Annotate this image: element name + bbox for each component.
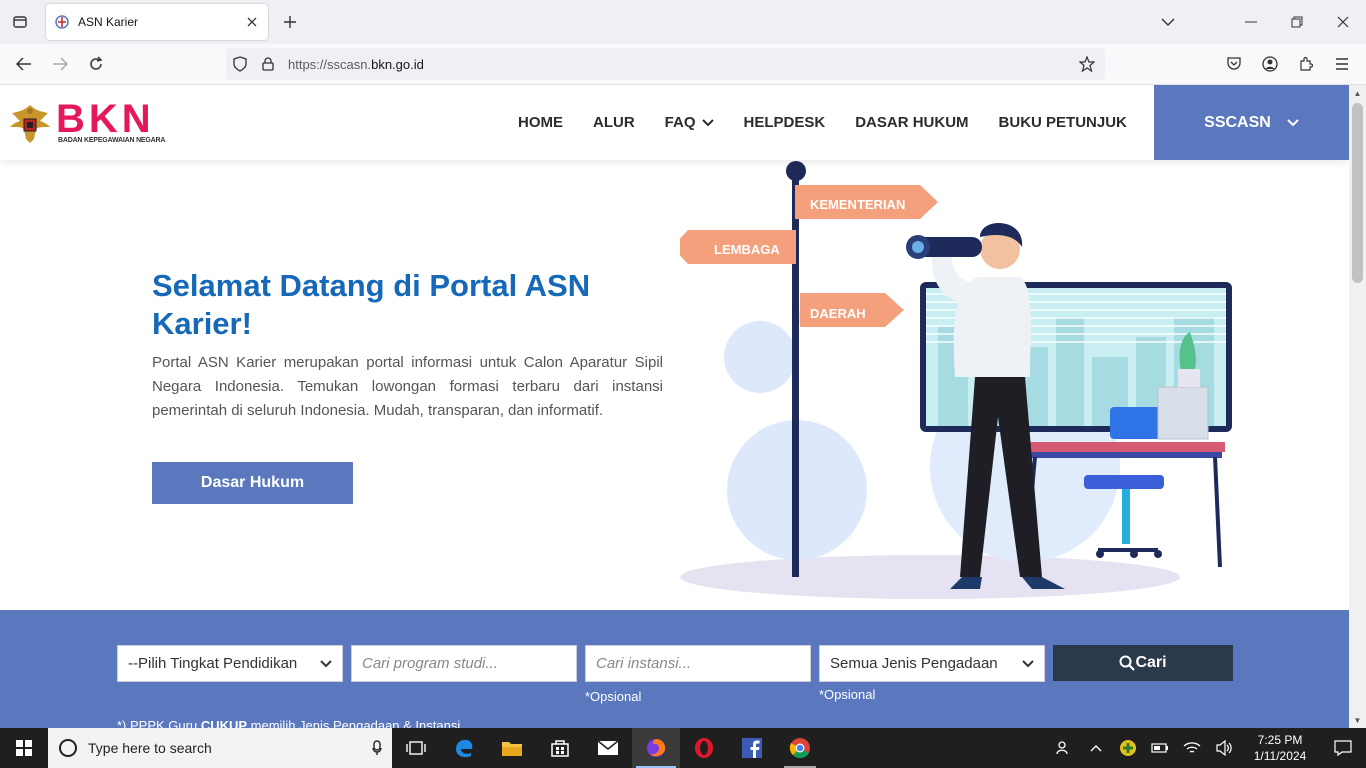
- program-studi-input[interactable]: Cari program studi...: [351, 645, 577, 682]
- wifi-icon[interactable]: [1176, 728, 1208, 768]
- reload-icon[interactable]: [82, 52, 110, 76]
- lock-icon[interactable]: [254, 50, 282, 78]
- logo-subtitle: BADAN KEPEGAWAIAN NEGARA: [58, 137, 166, 144]
- education-level-select[interactable]: --Pilih Tingkat Pendidikan: [117, 645, 343, 682]
- chevron-down-icon: [1022, 659, 1034, 667]
- tracking-protection-shield-icon[interactable]: [226, 50, 254, 78]
- bookmark-star-icon[interactable]: [1073, 50, 1101, 78]
- show-hidden-icons-chevron-icon[interactable]: [1080, 728, 1112, 768]
- chevron-down-icon: [1287, 118, 1299, 126]
- extensions-icon[interactable]: [1292, 52, 1320, 76]
- browser-tab-active[interactable]: ASN Karier: [46, 4, 268, 40]
- menu-hamburger-icon[interactable]: [1328, 52, 1356, 76]
- system-clock[interactable]: 7:25 PM 1/11/2024: [1240, 732, 1320, 764]
- search-icon: [59, 739, 77, 757]
- menu-helpdesk[interactable]: HELPDESK: [744, 114, 826, 131]
- instansi-optional-note: *Opsional: [585, 689, 642, 704]
- main-menu: HOME ALUR FAQ HELPDESK DASAR HUKUM BUKU …: [518, 85, 1157, 160]
- restore-window-icon[interactable]: [1274, 0, 1320, 44]
- chevron-down-icon: [701, 118, 714, 126]
- jenis-pengadaan-select[interactable]: Semua Jenis Pengadaan: [819, 645, 1045, 682]
- sign-kementerian: KEMENTERIAN: [810, 197, 905, 212]
- browser-tab-bar: ASN Karier: [0, 0, 1366, 44]
- notifications-icon[interactable]: [1320, 728, 1366, 768]
- minimize-window-icon[interactable]: [1228, 0, 1274, 44]
- scroll-down-arrow-icon[interactable]: ▼: [1352, 714, 1363, 726]
- education-level-value: --Pilih Tingkat Pendidikan: [128, 655, 298, 672]
- task-view-icon[interactable]: [392, 728, 440, 768]
- scroll-up-arrow-icon[interactable]: ▲: [1352, 87, 1363, 99]
- hero-description: Portal ASN Karier merupakan portal infor…: [152, 354, 663, 419]
- sign-daerah: DAERAH: [810, 306, 866, 321]
- logo-text: BKN: [56, 97, 155, 141]
- firefox-icon[interactable]: [632, 728, 680, 768]
- jenis-optional-note: *Opsional: [819, 687, 876, 702]
- web-page: BKN BADAN KEPEGAWAIAN NEGARA HOME ALUR F…: [0, 85, 1349, 728]
- firefox-view-icon[interactable]: [8, 10, 32, 34]
- menu-alur[interactable]: ALUR: [593, 114, 635, 131]
- sign-lembaga: LEMBAGA: [714, 242, 780, 257]
- sscasn-label: SSCASN: [1204, 113, 1271, 131]
- sscasn-dropdown[interactable]: SSCASN: [1154, 85, 1349, 160]
- close-window-icon[interactable]: [1320, 0, 1366, 44]
- search-icon: [1119, 655, 1136, 671]
- chevron-down-icon: [320, 659, 332, 667]
- back-icon[interactable]: [10, 52, 38, 76]
- jenis-pengadaan-value: Semua Jenis Pengadaan: [830, 655, 998, 672]
- mail-icon[interactable]: [584, 728, 632, 768]
- menu-faq-label: FAQ: [664, 114, 696, 131]
- search-section: --Pilih Tingkat Pendidikan Cari program …: [0, 610, 1349, 728]
- people-icon[interactable]: [1048, 728, 1080, 768]
- clock-time: 7:25 PM: [1257, 733, 1303, 747]
- garuda-emblem-icon: [10, 105, 50, 143]
- forward-icon[interactable]: [46, 52, 74, 76]
- tray-app-icon[interactable]: [1112, 728, 1144, 768]
- clock-date: 1/11/2024: [1253, 749, 1307, 763]
- dasar-hukum-button[interactable]: Dasar Hukum: [152, 462, 353, 504]
- cari-button[interactable]: Cari: [1053, 645, 1233, 681]
- instansi-input[interactable]: Cari instansi...: [585, 645, 811, 682]
- new-tab-icon[interactable]: [280, 12, 300, 32]
- taskbar-search-placeholder: Type here to search: [88, 740, 212, 756]
- facebook-icon[interactable]: [728, 728, 776, 768]
- hero-title: Selamat Datang di Portal ASN Karier!: [152, 268, 591, 341]
- close-tab-icon[interactable]: [244, 14, 260, 30]
- list-all-tabs-icon[interactable]: [1156, 12, 1180, 32]
- url-text[interactable]: https://sscasn.bkn.go.id: [288, 57, 1073, 72]
- system-tray: 7:25 PM 1/11/2024: [1048, 728, 1366, 768]
- tab-title: ASN Karier: [78, 15, 139, 29]
- browser-nav-bar: https://sscasn.bkn.go.id: [0, 44, 1366, 85]
- scrollbar-thumb[interactable]: [1352, 103, 1363, 283]
- site-header: BKN BADAN KEPEGAWAIAN NEGARA HOME ALUR F…: [0, 85, 1349, 160]
- microphone-icon[interactable]: [372, 740, 382, 756]
- microsoft-store-icon[interactable]: [536, 728, 584, 768]
- file-explorer-icon[interactable]: [488, 728, 536, 768]
- menu-dasar-hukum[interactable]: DASAR HUKUM: [855, 114, 968, 131]
- page-scrollbar[interactable]: ▲ ▼: [1349, 85, 1366, 728]
- account-icon[interactable]: [1256, 52, 1284, 76]
- battery-icon[interactable]: [1144, 728, 1176, 768]
- windows-start-icon[interactable]: [0, 728, 48, 768]
- bkn-logo[interactable]: BKN BADAN KEPEGAWAIAN NEGARA: [8, 99, 168, 149]
- pocket-icon[interactable]: [1220, 52, 1248, 76]
- taskbar-search-box[interactable]: Type here to search: [48, 728, 392, 768]
- url-bar[interactable]: https://sscasn.bkn.go.id: [226, 48, 1105, 80]
- menu-faq[interactable]: FAQ: [665, 114, 714, 131]
- volume-icon[interactable]: [1208, 728, 1240, 768]
- opera-icon[interactable]: [680, 728, 728, 768]
- edge-browser-icon[interactable]: [440, 728, 488, 768]
- menu-home[interactable]: HOME: [518, 114, 563, 131]
- menu-buku-petunjuk[interactable]: BUKU PETUNJUK: [999, 114, 1127, 131]
- windows-taskbar: Type here to search 7:25 PM 1/11/2024: [0, 728, 1366, 768]
- pppk-note: *) PPPK Guru CUKUP memilih Jenis Pengada…: [117, 718, 461, 728]
- hero-illustration: KEMENTERIAN LEMBAGA DAERAH: [680, 161, 1232, 599]
- chrome-icon[interactable]: [776, 728, 824, 768]
- site-favicon-icon: [55, 15, 69, 29]
- cari-label: Cari: [1135, 654, 1167, 671]
